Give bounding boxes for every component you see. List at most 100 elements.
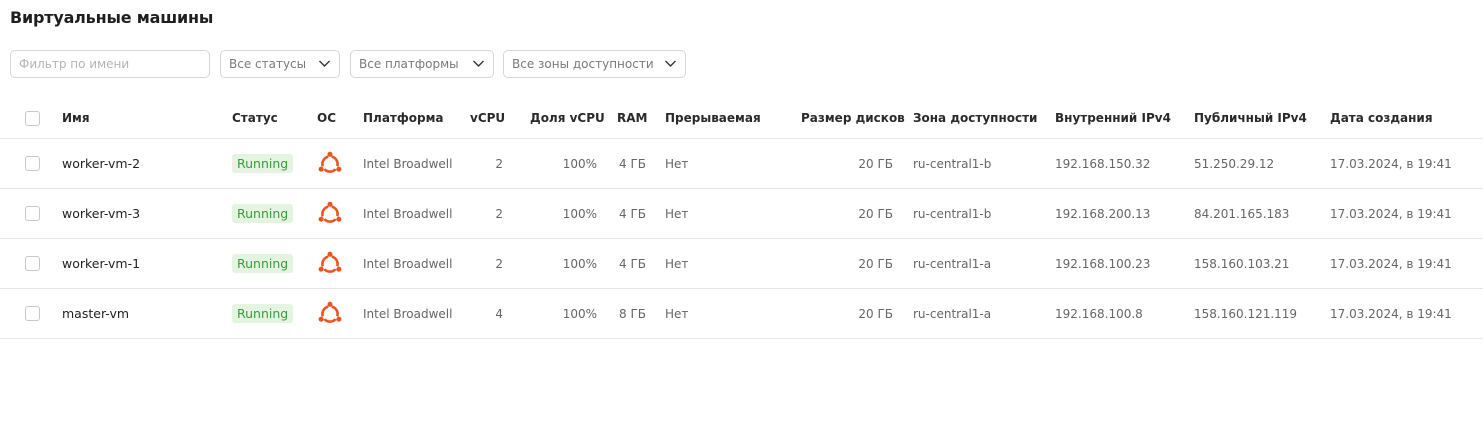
select-all-checkbox[interactable] bbox=[25, 110, 40, 126]
ram-cell: 4 ГБ bbox=[619, 156, 646, 171]
table-header-row: Имя Статус ОС Платформа vCPU Доля vCPU R… bbox=[0, 98, 1483, 139]
header-disk-size[interactable]: Размер дисков bbox=[801, 98, 905, 138]
disk-size-cell: 20 ГБ bbox=[858, 256, 893, 271]
vcpu-cell: 2 bbox=[495, 206, 503, 221]
chevron-down-icon bbox=[319, 60, 330, 67]
disk-size-cell: 20 ГБ bbox=[858, 306, 893, 321]
vm-name[interactable]: worker-vm-1 bbox=[62, 239, 140, 288]
platform-cell: Intel Broadwell bbox=[363, 256, 453, 271]
os-cell bbox=[317, 189, 343, 238]
ubuntu-icon bbox=[318, 251, 342, 273]
status-badge: Running bbox=[232, 154, 294, 173]
public-ipv4-cell: 51.250.29.12 bbox=[1194, 156, 1275, 171]
header-os[interactable]: ОС bbox=[317, 98, 336, 138]
created-cell: 17.03.2024, в 19:41 bbox=[1330, 206, 1452, 221]
os-cell bbox=[317, 239, 343, 288]
table-row[interactable]: worker-vm-1 Running Intel Broadwell 2 10… bbox=[0, 239, 1483, 289]
internal-ipv4-cell: 192.168.100.23 bbox=[1055, 256, 1151, 271]
vcpu-cell: 2 bbox=[495, 156, 503, 171]
vcpu-cell: 4 bbox=[495, 306, 503, 321]
platform-cell: Intel Broadwell bbox=[363, 156, 453, 171]
status-cell: Running bbox=[232, 139, 294, 188]
internal-ipv4-cell: 192.168.200.13 bbox=[1055, 206, 1151, 221]
header-platform[interactable]: Платформа bbox=[363, 98, 444, 138]
disk-size-cell: 20 ГБ bbox=[858, 206, 893, 221]
status-badge: Running bbox=[232, 254, 294, 273]
header-internal-ipv4[interactable]: Внутренний IPv4 bbox=[1055, 98, 1171, 138]
table-row[interactable]: worker-vm-2 Running Intel Broadwell 2 10… bbox=[0, 139, 1483, 189]
header-name[interactable]: Имя bbox=[62, 98, 90, 138]
header-status[interactable]: Статус bbox=[232, 98, 278, 138]
vm-name[interactable]: worker-vm-2 bbox=[62, 139, 140, 188]
header-zone[interactable]: Зона доступности bbox=[913, 98, 1037, 138]
row-select-cell bbox=[25, 189, 40, 238]
vm-name[interactable]: master-vm bbox=[62, 289, 129, 338]
internal-ipv4-cell: 192.168.150.32 bbox=[1055, 156, 1151, 171]
row-select-cell bbox=[25, 239, 40, 288]
os-cell bbox=[317, 139, 343, 188]
created-cell: 17.03.2024, в 19:41 bbox=[1330, 156, 1452, 171]
public-ipv4-cell: 158.160.121.119 bbox=[1194, 306, 1298, 321]
preemptible-cell: Нет bbox=[665, 206, 689, 221]
disk-size-cell: 20 ГБ bbox=[858, 156, 893, 171]
zone-select[interactable]: Все зоны доступности bbox=[503, 50, 686, 78]
zone-cell: ru-central1-b bbox=[913, 156, 992, 171]
status-select-value: Все статусы bbox=[229, 57, 307, 71]
vcpu-share-cell: 100% bbox=[562, 206, 597, 221]
preemptible-cell: Нет bbox=[665, 256, 689, 271]
status-cell: Running bbox=[232, 289, 294, 338]
os-cell bbox=[317, 289, 343, 338]
ram-cell: 4 ГБ bbox=[619, 256, 646, 271]
chevron-down-icon bbox=[665, 60, 676, 67]
table-row[interactable]: worker-vm-3 Running Intel Broadwell 2 10… bbox=[0, 189, 1483, 239]
status-cell: Running bbox=[232, 189, 294, 238]
zone-cell: ru-central1-b bbox=[913, 206, 992, 221]
ram-cell: 4 ГБ bbox=[619, 206, 646, 221]
vm-table: Имя Статус ОС Платформа vCPU Доля vCPU R… bbox=[0, 98, 1483, 339]
preemptible-cell: Нет bbox=[665, 156, 689, 171]
row-select-cell bbox=[25, 139, 40, 188]
header-vcpu-share[interactable]: Доля vCPU bbox=[530, 98, 605, 138]
header-created[interactable]: Дата создания bbox=[1330, 98, 1433, 138]
row-checkbox[interactable] bbox=[25, 306, 40, 321]
status-badge: Running bbox=[232, 304, 294, 323]
vm-name[interactable]: worker-vm-3 bbox=[62, 189, 140, 238]
public-ipv4-cell: 84.201.165.183 bbox=[1194, 206, 1290, 221]
platform-cell: Intel Broadwell bbox=[363, 306, 453, 321]
ram-cell: 8 ГБ bbox=[619, 306, 646, 321]
zone-cell: ru-central1-a bbox=[913, 306, 992, 321]
header-vcpu[interactable]: vCPU bbox=[470, 98, 505, 138]
select-all-cell bbox=[25, 98, 40, 138]
preemptible-cell: Нет bbox=[665, 306, 689, 321]
header-ram[interactable]: RAM bbox=[617, 98, 647, 138]
ubuntu-icon bbox=[318, 201, 342, 223]
row-checkbox[interactable] bbox=[25, 156, 40, 171]
ubuntu-icon bbox=[318, 301, 342, 323]
header-preemptible[interactable]: Прерываемая bbox=[665, 98, 761, 138]
row-select-cell bbox=[25, 289, 40, 338]
vcpu-cell: 2 bbox=[495, 256, 503, 271]
vcpu-share-cell: 100% bbox=[562, 156, 597, 171]
platform-select-value: Все платформы bbox=[359, 57, 459, 71]
header-public-ipv4[interactable]: Публичный IPv4 bbox=[1194, 98, 1307, 138]
created-cell: 17.03.2024, в 19:41 bbox=[1330, 306, 1452, 321]
row-checkbox[interactable] bbox=[25, 206, 40, 221]
page-title: Виртуальные машины bbox=[10, 8, 214, 27]
status-cell: Running bbox=[232, 239, 294, 288]
zone-cell: ru-central1-a bbox=[913, 256, 992, 271]
ubuntu-icon bbox=[318, 151, 342, 173]
chevron-down-icon bbox=[473, 60, 484, 67]
vcpu-share-cell: 100% bbox=[562, 256, 597, 271]
table-row[interactable]: master-vm Running Intel Broadwell 4 100%… bbox=[0, 289, 1483, 339]
internal-ipv4-cell: 192.168.100.8 bbox=[1055, 306, 1143, 321]
row-checkbox[interactable] bbox=[25, 256, 40, 271]
zone-select-value: Все зоны доступности bbox=[512, 57, 654, 71]
platform-select[interactable]: Все платформы bbox=[350, 50, 494, 78]
created-cell: 17.03.2024, в 19:41 bbox=[1330, 256, 1452, 271]
status-badge: Running bbox=[232, 204, 294, 223]
platform-cell: Intel Broadwell bbox=[363, 206, 453, 221]
public-ipv4-cell: 158.160.103.21 bbox=[1194, 256, 1290, 271]
status-select[interactable]: Все статусы bbox=[220, 50, 340, 78]
name-filter-input[interactable] bbox=[10, 50, 210, 78]
vcpu-share-cell: 100% bbox=[562, 306, 597, 321]
